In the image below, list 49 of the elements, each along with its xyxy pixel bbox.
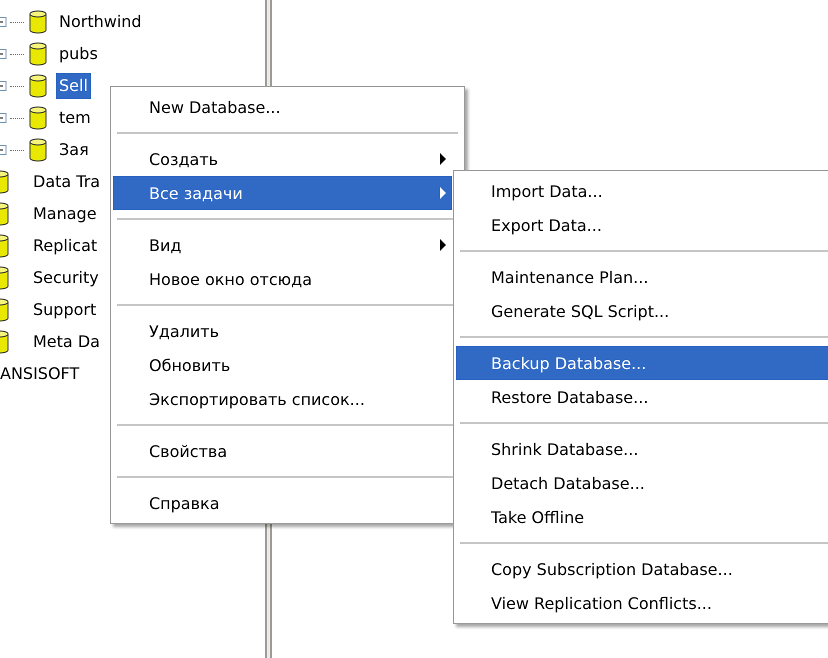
menu-item[interactable]: Вид xyxy=(113,228,452,262)
database-icon xyxy=(0,266,10,290)
expander-icon[interactable] xyxy=(0,16,8,28)
menu-item[interactable]: Справка xyxy=(113,486,452,520)
menu-item[interactable]: Import Data... xyxy=(456,174,828,208)
database-icon xyxy=(28,74,48,98)
tree-item[interactable]: tem xyxy=(56,105,94,131)
tree-item[interactable]: ANSISOFT xyxy=(0,361,82,387)
database-icon xyxy=(0,202,10,226)
tree-item[interactable]: Sell xyxy=(56,73,91,99)
expander-icon[interactable] xyxy=(0,80,8,92)
tree-item[interactable]: Data Tra xyxy=(30,169,104,195)
database-icon xyxy=(0,170,10,194)
tree-item[interactable]: pubs xyxy=(56,41,101,67)
menu-item[interactable]: Все задачи xyxy=(113,176,452,210)
database-icon xyxy=(0,298,10,322)
menu-item[interactable]: Backup Database... xyxy=(456,346,828,380)
menu-item[interactable]: View Replication Conflicts... xyxy=(456,586,828,620)
database-icon xyxy=(28,138,48,162)
tree-item[interactable]: Support xyxy=(30,297,100,323)
database-icon xyxy=(0,234,10,258)
tree-item[interactable]: Replicat xyxy=(30,233,100,259)
expander-icon[interactable] xyxy=(0,48,8,60)
menu-item[interactable]: Restore Database... xyxy=(456,380,828,414)
tree-item[interactable]: Security xyxy=(30,265,102,291)
menu-item[interactable]: Новое окно отсюда xyxy=(113,262,452,296)
database-icon xyxy=(0,330,10,354)
menu-item[interactable]: Maintenance Plan... xyxy=(456,260,828,294)
tree-item[interactable]: Northwind xyxy=(56,9,145,35)
menu-item[interactable]: New Database... xyxy=(113,90,452,124)
menu-item[interactable]: Export Data... xyxy=(456,208,828,242)
menu-item[interactable]: Detach Database... xyxy=(456,466,828,500)
tree-item[interactable]: Зая xyxy=(56,137,92,163)
menu-item[interactable]: Take Offline xyxy=(456,500,828,534)
expander-icon[interactable] xyxy=(0,144,8,156)
expander-icon[interactable] xyxy=(0,112,8,124)
menu-item[interactable]: Copy Subscription Database... xyxy=(456,552,828,586)
menu-item[interactable]: Обновить xyxy=(113,348,452,382)
menu-item[interactable]: Generate SQL Script... xyxy=(456,294,828,328)
database-icon xyxy=(28,10,48,34)
menu-item[interactable]: Экспортировать список... xyxy=(113,382,452,416)
database-icon xyxy=(28,106,48,130)
menu-item[interactable]: Shrink Database... xyxy=(456,432,828,466)
menu-item[interactable]: Свойства xyxy=(113,434,452,468)
menu-item[interactable]: Удалить xyxy=(113,314,452,348)
menu-item[interactable]: Создать xyxy=(113,142,452,176)
database-icon xyxy=(28,42,48,66)
tree-item[interactable]: Meta Da xyxy=(30,329,103,355)
tree-item[interactable]: Manage xyxy=(30,201,100,227)
